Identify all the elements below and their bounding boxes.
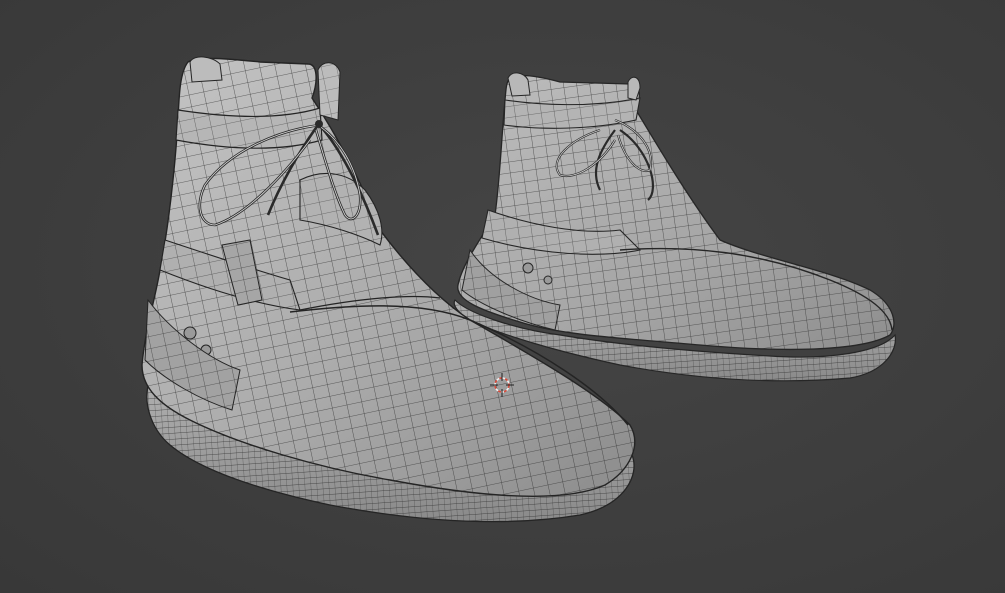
3d-viewport[interactable] — [0, 0, 1005, 593]
viewport-scene[interactable] — [0, 0, 1005, 593]
right-shoe[interactable] — [453, 72, 896, 382]
